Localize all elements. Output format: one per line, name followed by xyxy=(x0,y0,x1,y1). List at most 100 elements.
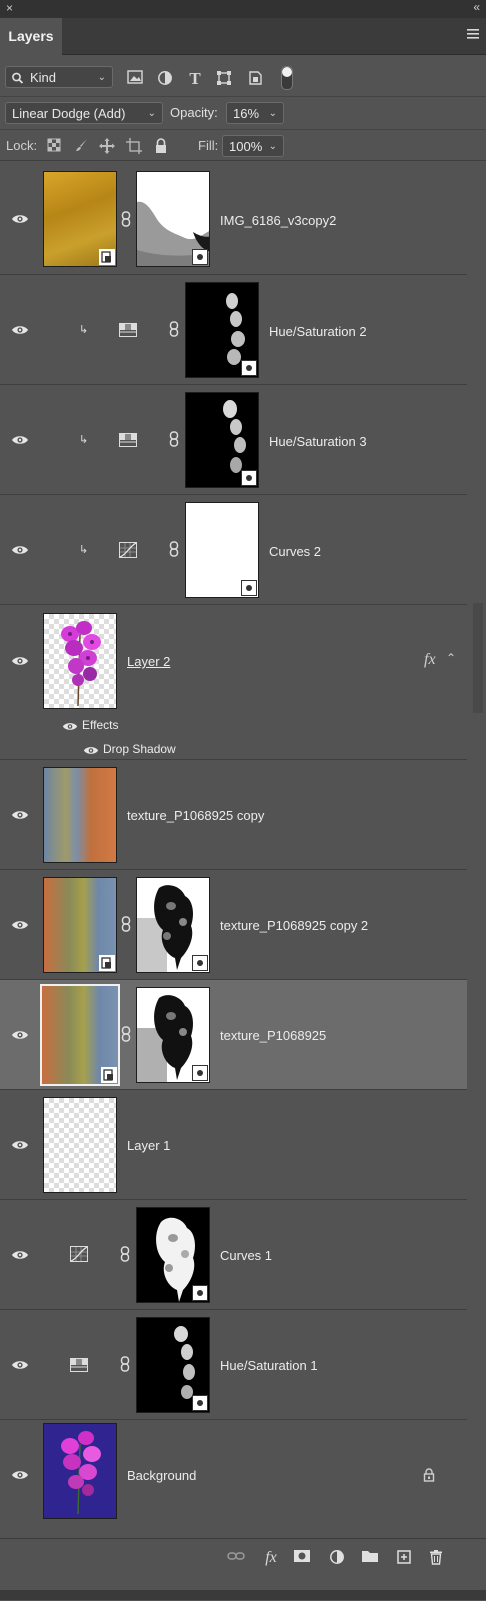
lock-artboard-icon[interactable] xyxy=(126,138,142,154)
new-layer-icon[interactable] xyxy=(395,1549,413,1567)
collapse-panel-button[interactable]: « xyxy=(473,0,480,14)
kind-filter-select[interactable]: Kind ⌄ xyxy=(5,66,113,88)
mask-badge-icon xyxy=(192,1065,208,1081)
drop-shadow-effect-label[interactable]: Drop Shadow xyxy=(103,742,176,756)
hue-saturation-adjustment-icon[interactable] xyxy=(70,1358,88,1372)
layer-mask-thumbnail[interactable] xyxy=(136,987,210,1083)
link-chain-icon[interactable] xyxy=(120,1246,130,1262)
layer-locked-icon[interactable] xyxy=(423,1468,435,1485)
fx-effects-icon[interactable]: fx xyxy=(424,651,436,669)
lock-transparent-pixels-icon[interactable] xyxy=(46,138,62,154)
tab-layers[interactable]: Layers xyxy=(0,18,62,55)
delete-layer-icon[interactable] xyxy=(427,1549,445,1567)
layer-row-curves-2[interactable]: ↳ Curves 2 xyxy=(0,495,467,605)
shape-filter-icon[interactable] xyxy=(215,70,233,88)
layer-thumbnail[interactable] xyxy=(43,767,117,863)
layer-thumbnail[interactable] xyxy=(43,171,117,267)
visibility-eye-icon[interactable] xyxy=(11,213,29,225)
layer-row-curves-1[interactable]: Curves 1 xyxy=(0,1200,467,1310)
close-panel-button[interactable]: × xyxy=(6,1,13,15)
curves-adjustment-icon[interactable] xyxy=(70,1246,88,1262)
visibility-eye-icon[interactable] xyxy=(11,919,29,931)
adjustment-filter-icon[interactable] xyxy=(156,70,174,88)
visibility-eye-icon[interactable] xyxy=(11,1359,29,1371)
layer-name[interactable]: texture_P1068925 copy xyxy=(127,808,264,823)
hamburger-menu-icon[interactable] xyxy=(466,28,480,42)
layer-mask-thumbnail[interactable] xyxy=(136,877,210,973)
layer-mask-thumbnail[interactable] xyxy=(136,171,210,267)
layer-thumbnail[interactable] xyxy=(40,984,120,1086)
layer-mask-thumbnail[interactable] xyxy=(185,282,259,378)
layer-mask-thumbnail[interactable] xyxy=(185,502,259,598)
lock-all-icon[interactable] xyxy=(153,138,169,154)
layer-name[interactable]: Curves 2 xyxy=(269,544,321,559)
lock-position-icon[interactable] xyxy=(99,138,115,154)
layer-row-background[interactable]: Background xyxy=(0,1420,467,1532)
image-filter-icon[interactable] xyxy=(126,70,144,88)
lock-image-pixels-icon[interactable] xyxy=(74,138,90,154)
blend-mode-select[interactable]: Linear Dodge (Add) ⌄ xyxy=(5,102,163,124)
layer-row-layer-1[interactable]: Layer 1 xyxy=(0,1090,467,1200)
link-chain-icon[interactable] xyxy=(121,916,131,932)
collapse-effects-chevron-icon[interactable]: ⌃ xyxy=(446,651,456,665)
link-chain-icon[interactable] xyxy=(169,541,179,557)
smart-object-filter-icon[interactable] xyxy=(246,70,264,88)
layer-thumbnail[interactable] xyxy=(43,1097,117,1193)
hue-saturation-adjustment-icon[interactable] xyxy=(119,323,137,337)
layer-name[interactable]: texture_P1068925 copy 2 xyxy=(220,918,368,933)
visibility-eye-icon[interactable] xyxy=(11,434,29,446)
layer-mask-thumbnail[interactable] xyxy=(185,392,259,488)
layer-name[interactable]: IMG_6186_v3copy2 xyxy=(220,213,336,228)
visibility-eye-icon[interactable] xyxy=(11,655,29,667)
fill-field[interactable]: 100% ⌄ xyxy=(222,135,284,157)
link-chain-icon[interactable] xyxy=(120,1356,130,1372)
visibility-eye-icon[interactable] xyxy=(11,1249,29,1261)
link-chain-icon[interactable] xyxy=(169,431,179,447)
link-chain-icon[interactable] xyxy=(169,321,179,337)
layer-mask-thumbnail[interactable] xyxy=(136,1317,210,1413)
layer-name[interactable]: Hue/Saturation 2 xyxy=(269,324,367,339)
visibility-eye-icon[interactable] xyxy=(11,1029,29,1041)
visibility-eye-icon[interactable] xyxy=(11,1139,29,1151)
new-group-icon[interactable] xyxy=(361,1549,379,1567)
layer-row-hue-saturation-1[interactable]: Hue/Saturation 1 xyxy=(0,1310,467,1420)
layer-mask-thumbnail[interactable] xyxy=(136,1207,210,1303)
layer-row-texture-copy[interactable]: texture_P1068925 copy xyxy=(0,760,467,870)
layers-list: IMG_6186_v3copy2 ↳ Hue/Saturation 2 ↳ Hu… xyxy=(0,163,486,1538)
effects-label[interactable]: Effects xyxy=(82,718,118,732)
curves-adjustment-icon[interactable] xyxy=(119,542,137,558)
type-filter-icon[interactable]: T xyxy=(186,70,204,88)
chevron-down-icon: ⌄ xyxy=(147,108,156,119)
link-layers-icon[interactable] xyxy=(227,1549,245,1567)
drop-shadow-visibility-eye-icon[interactable] xyxy=(83,745,99,756)
visibility-eye-icon[interactable] xyxy=(11,1469,29,1481)
hue-saturation-adjustment-icon[interactable] xyxy=(119,433,137,447)
visibility-eye-icon[interactable] xyxy=(11,809,29,821)
layer-row-hue-saturation-2[interactable]: ↳ Hue/Saturation 2 xyxy=(0,275,467,385)
visibility-eye-icon[interactable] xyxy=(11,324,29,336)
add-layer-style-icon[interactable]: fx xyxy=(262,1549,280,1567)
effects-visibility-eye-icon[interactable] xyxy=(62,721,78,732)
layer-thumbnail[interactable] xyxy=(43,1423,117,1519)
layer-row-layer-2[interactable]: Layer 2 fx ⌃ Effects Drop Shadow xyxy=(0,605,467,760)
add-mask-icon[interactable] xyxy=(293,1549,311,1567)
layer-name[interactable]: Hue/Saturation 1 xyxy=(220,1358,318,1373)
layer-row-texture-selected[interactable]: texture_P1068925 xyxy=(0,980,467,1090)
layer-thumbnail[interactable] xyxy=(43,877,117,973)
opacity-field[interactable]: 16% ⌄ xyxy=(226,102,284,124)
filter-toggle-switch[interactable] xyxy=(281,66,293,90)
link-chain-icon[interactable] xyxy=(121,1026,131,1042)
layer-name[interactable]: Curves 1 xyxy=(220,1248,272,1263)
visibility-eye-icon[interactable] xyxy=(11,544,29,556)
layer-row-texture-copy-2[interactable]: texture_P1068925 copy 2 xyxy=(0,870,467,980)
layer-name[interactable]: Hue/Saturation 3 xyxy=(269,434,367,449)
link-chain-icon[interactable] xyxy=(121,211,131,227)
layer-name[interactable]: texture_P1068925 xyxy=(220,1028,326,1043)
layer-name[interactable]: Background xyxy=(127,1468,196,1483)
layer-name[interactable]: Layer 1 xyxy=(127,1138,170,1153)
new-fill-adjustment-icon[interactable] xyxy=(328,1549,346,1567)
layer-row-hue-saturation-3[interactable]: ↳ Hue/Saturation 3 xyxy=(0,385,467,495)
layer-name[interactable]: Layer 2 xyxy=(127,654,170,669)
layer-row-img-6186[interactable]: IMG_6186_v3copy2 xyxy=(0,163,467,275)
layer-thumbnail[interactable] xyxy=(43,613,117,709)
